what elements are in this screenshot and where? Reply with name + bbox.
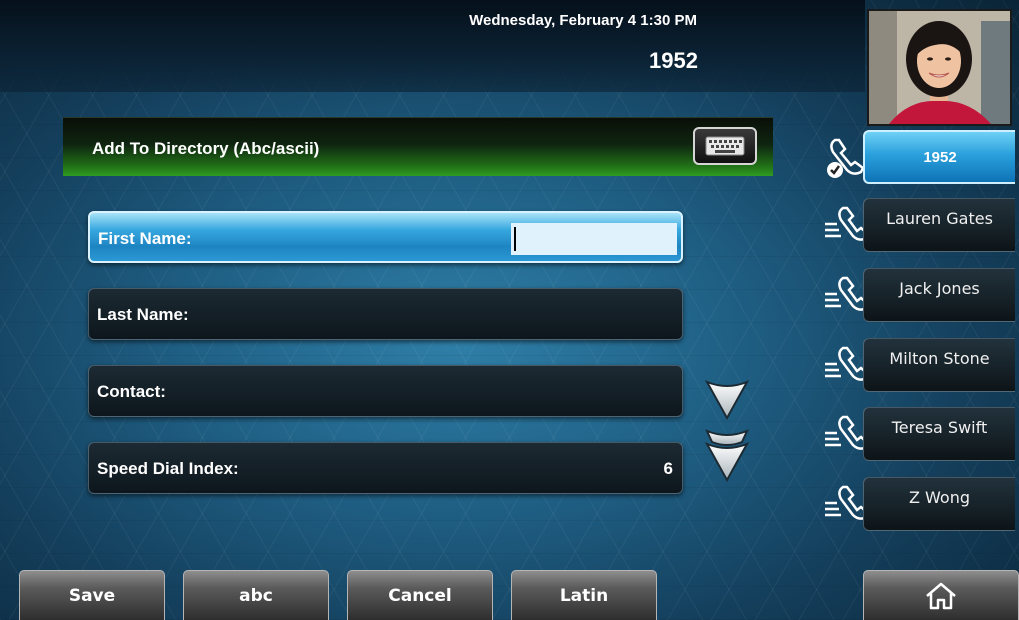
line-key-label: Jack Jones [863, 268, 1015, 322]
extension-number: 1952 [649, 48, 698, 73]
line-key-teresa-swift[interactable]: Teresa Swift [823, 407, 1019, 463]
date-time: Wednesday, February 4 1:30 PM [469, 12, 697, 29]
first-name-label: First Name: [98, 229, 192, 248]
line-key-jack-jones[interactable]: Jack Jones [823, 268, 1019, 324]
screen-title: Add To Directory (Abc/ascii) [92, 139, 320, 158]
speed-dial-index-field[interactable]: Speed Dial Index: 6 [88, 442, 683, 494]
contact-photo [867, 9, 1012, 126]
line-key-label: Teresa Swift [863, 407, 1015, 461]
save-softkey[interactable]: Save [19, 570, 165, 620]
line-key-milton-stone[interactable]: Milton Stone [823, 338, 1019, 394]
home-icon [926, 582, 956, 609]
line-key-lauren-gates[interactable]: Lauren Gates [823, 198, 1019, 254]
speed-dial-index-label: Speed Dial Index: [97, 459, 239, 478]
speed-dial-index-value: 6 [663, 459, 673, 478]
line-key-1952[interactable]: 1952 [823, 130, 1019, 186]
line-key-label: Z Wong [863, 477, 1015, 531]
contact-field[interactable]: Contact: [88, 365, 683, 417]
screen-title-bar: Add To Directory (Abc/ascii) [63, 117, 773, 176]
text-cursor [514, 227, 516, 251]
keyboard-button[interactable] [693, 127, 757, 165]
line-key-z-wong[interactable]: Z Wong [823, 477, 1019, 533]
first-name-field[interactable]: First Name: [88, 211, 683, 263]
abc-softkey[interactable]: abc [183, 570, 329, 620]
latin-softkey[interactable]: Latin [511, 570, 657, 620]
first-name-input[interactable] [511, 223, 677, 255]
line-key-label: Lauren Gates [863, 198, 1015, 252]
line-key-label: 1952 [863, 130, 1015, 184]
scroll-down-icon[interactable] [704, 378, 750, 422]
line-key-label: Milton Stone [863, 338, 1015, 392]
home-button[interactable] [863, 570, 1019, 620]
last-name-field[interactable]: Last Name: [88, 288, 683, 340]
cancel-softkey[interactable]: Cancel [347, 570, 493, 620]
page-down-icon[interactable] [704, 428, 750, 484]
keyboard-icon [705, 136, 745, 156]
status-bar: Wednesday, February 4 1:30 PM 1952 [0, 0, 865, 92]
last-name-label: Last Name: [97, 305, 189, 324]
contact-label: Contact: [97, 382, 166, 401]
